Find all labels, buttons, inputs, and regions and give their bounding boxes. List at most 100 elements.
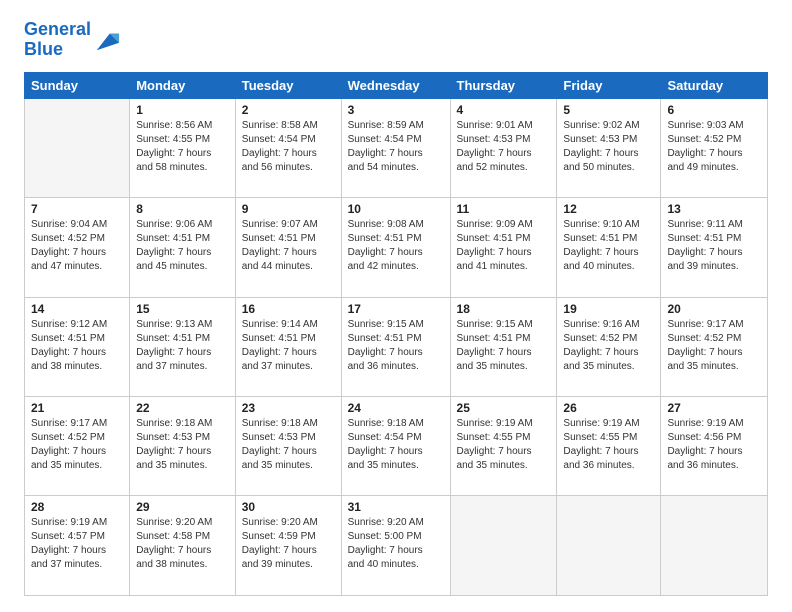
calendar-cell: 13Sunrise: 9:11 AM Sunset: 4:51 PM Dayli… [661, 198, 768, 297]
day-info: Sunrise: 9:19 AM Sunset: 4:55 PM Dayligh… [563, 417, 654, 473]
calendar-cell: 27 Sunrise: 9:19 AM Sunset: 4:56 PM Dayli… [661, 397, 768, 496]
calendar-cell: 24 Sunrise: 9:18 AM Sunset: 4:54 PM Dayli… [341, 397, 450, 496]
day-info: Sunrise: 9:16 AM Sunset: 4:52 PM Dayligh… [563, 318, 654, 374]
day-number: 10 [348, 202, 444, 216]
day-info: Sunrise: 9:04 AM Sunset: 4:52 PM Dayligh… [31, 218, 123, 274]
day-number: 29 [136, 500, 229, 514]
calendar-cell [450, 496, 557, 596]
day-info: Sunrise: 9:13 AM Sunset: 4:51 PM Dayligh… [136, 318, 229, 374]
day-info: Sunrise: 9:18 AM Sunset: 4:53 PM Dayligh… [242, 417, 335, 473]
calendar-cell: 22 Sunrise: 9:18 AM Sunset: 4:53 PM Dayli… [130, 397, 236, 496]
day-info: Sunrise: 9:12 AM Sunset: 4:51 PM Dayligh… [31, 318, 123, 374]
header: General Blue [24, 20, 768, 60]
calendar-cell: 11Sunrise: 9:09 AM Sunset: 4:51 PM Dayli… [450, 198, 557, 297]
calendar-cell: 26 Sunrise: 9:19 AM Sunset: 4:55 PM Dayli… [557, 397, 661, 496]
calendar-cell: 12 Sunrise: 9:10 AM Sunset: 4:51 PM Dayli… [557, 198, 661, 297]
calendar-week-row: 14 Sunrise: 9:12 AM Sunset: 4:51 PM Dayli… [25, 297, 768, 396]
day-info: Sunrise: 9:17 AM Sunset: 4:52 PM Dayligh… [31, 417, 123, 473]
logo: General Blue [24, 20, 121, 60]
weekday-header-row: SundayMondayTuesdayWednesdayThursdayFrid… [25, 72, 768, 98]
day-number: 12 [563, 202, 654, 216]
page: General Blue SundayMondayTuesdayWednesda… [0, 0, 792, 612]
day-info: Sunrise: 9:03 AM Sunset: 4:52 PM Dayligh… [667, 119, 761, 175]
weekday-header-friday: Friday [557, 72, 661, 98]
day-info: Sunrise: 9:19 AM Sunset: 4:56 PM Dayligh… [667, 417, 761, 473]
calendar-cell: 4 Sunrise: 9:01 AM Sunset: 4:53 PM Daylig… [450, 98, 557, 197]
logo-icon [93, 26, 121, 54]
day-number: 22 [136, 401, 229, 415]
day-info: Sunrise: 9:18 AM Sunset: 4:53 PM Dayligh… [136, 417, 229, 473]
day-number: 25 [457, 401, 551, 415]
day-number: 5 [563, 103, 654, 117]
day-number: 7 [31, 202, 123, 216]
calendar-week-row: 1 Sunrise: 8:56 AM Sunset: 4:55 PM Daylig… [25, 98, 768, 197]
weekday-header-sunday: Sunday [25, 72, 130, 98]
day-number: 17 [348, 302, 444, 316]
day-number: 30 [242, 500, 335, 514]
calendar-cell: 1 Sunrise: 8:56 AM Sunset: 4:55 PM Daylig… [130, 98, 236, 197]
day-info: Sunrise: 9:02 AM Sunset: 4:53 PM Dayligh… [563, 119, 654, 175]
calendar-cell: 15Sunrise: 9:13 AM Sunset: 4:51 PM Dayli… [130, 297, 236, 396]
calendar-cell: 19 Sunrise: 9:16 AM Sunset: 4:52 PM Dayli… [557, 297, 661, 396]
calendar-cell: 2 Sunrise: 8:58 AM Sunset: 4:54 PM Daylig… [235, 98, 341, 197]
day-number: 31 [348, 500, 444, 514]
logo-text-blue: Blue [24, 40, 91, 60]
calendar-cell: 17 Sunrise: 9:15 AM Sunset: 4:51 PM Dayli… [341, 297, 450, 396]
day-number: 18 [457, 302, 551, 316]
weekday-header-saturday: Saturday [661, 72, 768, 98]
weekday-header-thursday: Thursday [450, 72, 557, 98]
day-info: Sunrise: 8:58 AM Sunset: 4:54 PM Dayligh… [242, 119, 335, 175]
calendar-cell: 5 Sunrise: 9:02 AM Sunset: 4:53 PM Daylig… [557, 98, 661, 197]
day-number: 21 [31, 401, 123, 415]
day-number: 4 [457, 103, 551, 117]
day-number: 2 [242, 103, 335, 117]
day-info: Sunrise: 9:19 AM Sunset: 4:55 PM Dayligh… [457, 417, 551, 473]
calendar-cell: 30 Sunrise: 9:20 AM Sunset: 4:59 PM Dayli… [235, 496, 341, 596]
calendar-cell: 7 Sunrise: 9:04 AM Sunset: 4:52 PM Daylig… [25, 198, 130, 297]
day-info: Sunrise: 9:18 AM Sunset: 4:54 PM Dayligh… [348, 417, 444, 473]
calendar-cell [25, 98, 130, 197]
calendar-cell: 6 Sunrise: 9:03 AM Sunset: 4:52 PM Daylig… [661, 98, 768, 197]
day-number: 27 [667, 401, 761, 415]
calendar-cell: 16 Sunrise: 9:14 AM Sunset: 4:51 PM Dayli… [235, 297, 341, 396]
calendar-cell: 8Sunrise: 9:06 AM Sunset: 4:51 PM Daylig… [130, 198, 236, 297]
calendar-body: 1 Sunrise: 8:56 AM Sunset: 4:55 PM Daylig… [25, 98, 768, 595]
day-info: Sunrise: 8:56 AM Sunset: 4:55 PM Dayligh… [136, 119, 229, 175]
calendar-cell: 9Sunrise: 9:07 AM Sunset: 4:51 PM Daylig… [235, 198, 341, 297]
calendar-cell: 25 Sunrise: 9:19 AM Sunset: 4:55 PM Dayli… [450, 397, 557, 496]
day-number: 19 [563, 302, 654, 316]
day-info: Sunrise: 9:15 AM Sunset: 4:51 PM Dayligh… [348, 318, 444, 374]
day-number: 20 [667, 302, 761, 316]
day-info: Sunrise: 9:19 AM Sunset: 4:57 PM Dayligh… [31, 516, 123, 572]
calendar: SundayMondayTuesdayWednesdayThursdayFrid… [24, 72, 768, 596]
calendar-cell: 3Sunrise: 8:59 AM Sunset: 4:54 PM Daylig… [341, 98, 450, 197]
calendar-cell: 18 Sunrise: 9:15 AM Sunset: 4:51 PM Dayli… [450, 297, 557, 396]
day-info: Sunrise: 9:20 AM Sunset: 4:58 PM Dayligh… [136, 516, 229, 572]
day-info: Sunrise: 9:11 AM Sunset: 4:51 PM Dayligh… [667, 218, 761, 274]
day-number: 1 [136, 103, 229, 117]
day-info: Sunrise: 9:20 AM Sunset: 4:59 PM Dayligh… [242, 516, 335, 572]
weekday-header-monday: Monday [130, 72, 236, 98]
day-number: 11 [457, 202, 551, 216]
day-info: Sunrise: 9:10 AM Sunset: 4:51 PM Dayligh… [563, 218, 654, 274]
day-number: 24 [348, 401, 444, 415]
calendar-table: SundayMondayTuesdayWednesdayThursdayFrid… [24, 72, 768, 596]
calendar-header: SundayMondayTuesdayWednesdayThursdayFrid… [25, 72, 768, 98]
calendar-cell: 10 Sunrise: 9:08 AM Sunset: 4:51 PM Dayli… [341, 198, 450, 297]
calendar-week-row: 28Sunrise: 9:19 AM Sunset: 4:57 PM Dayli… [25, 496, 768, 596]
day-info: Sunrise: 9:15 AM Sunset: 4:51 PM Dayligh… [457, 318, 551, 374]
day-number: 8 [136, 202, 229, 216]
day-number: 16 [242, 302, 335, 316]
calendar-cell: 14 Sunrise: 9:12 AM Sunset: 4:51 PM Dayli… [25, 297, 130, 396]
day-info: Sunrise: 9:17 AM Sunset: 4:52 PM Dayligh… [667, 318, 761, 374]
day-info: Sunrise: 9:01 AM Sunset: 4:53 PM Dayligh… [457, 119, 551, 175]
day-number: 6 [667, 103, 761, 117]
calendar-cell: 20 Sunrise: 9:17 AM Sunset: 4:52 PM Dayli… [661, 297, 768, 396]
day-info: Sunrise: 9:14 AM Sunset: 4:51 PM Dayligh… [242, 318, 335, 374]
calendar-week-row: 21 Sunrise: 9:17 AM Sunset: 4:52 PM Dayli… [25, 397, 768, 496]
calendar-cell: 21 Sunrise: 9:17 AM Sunset: 4:52 PM Dayli… [25, 397, 130, 496]
day-number: 14 [31, 302, 123, 316]
day-info: Sunrise: 9:08 AM Sunset: 4:51 PM Dayligh… [348, 218, 444, 274]
day-number: 26 [563, 401, 654, 415]
day-info: Sunrise: 9:20 AM Sunset: 5:00 PM Dayligh… [348, 516, 444, 572]
